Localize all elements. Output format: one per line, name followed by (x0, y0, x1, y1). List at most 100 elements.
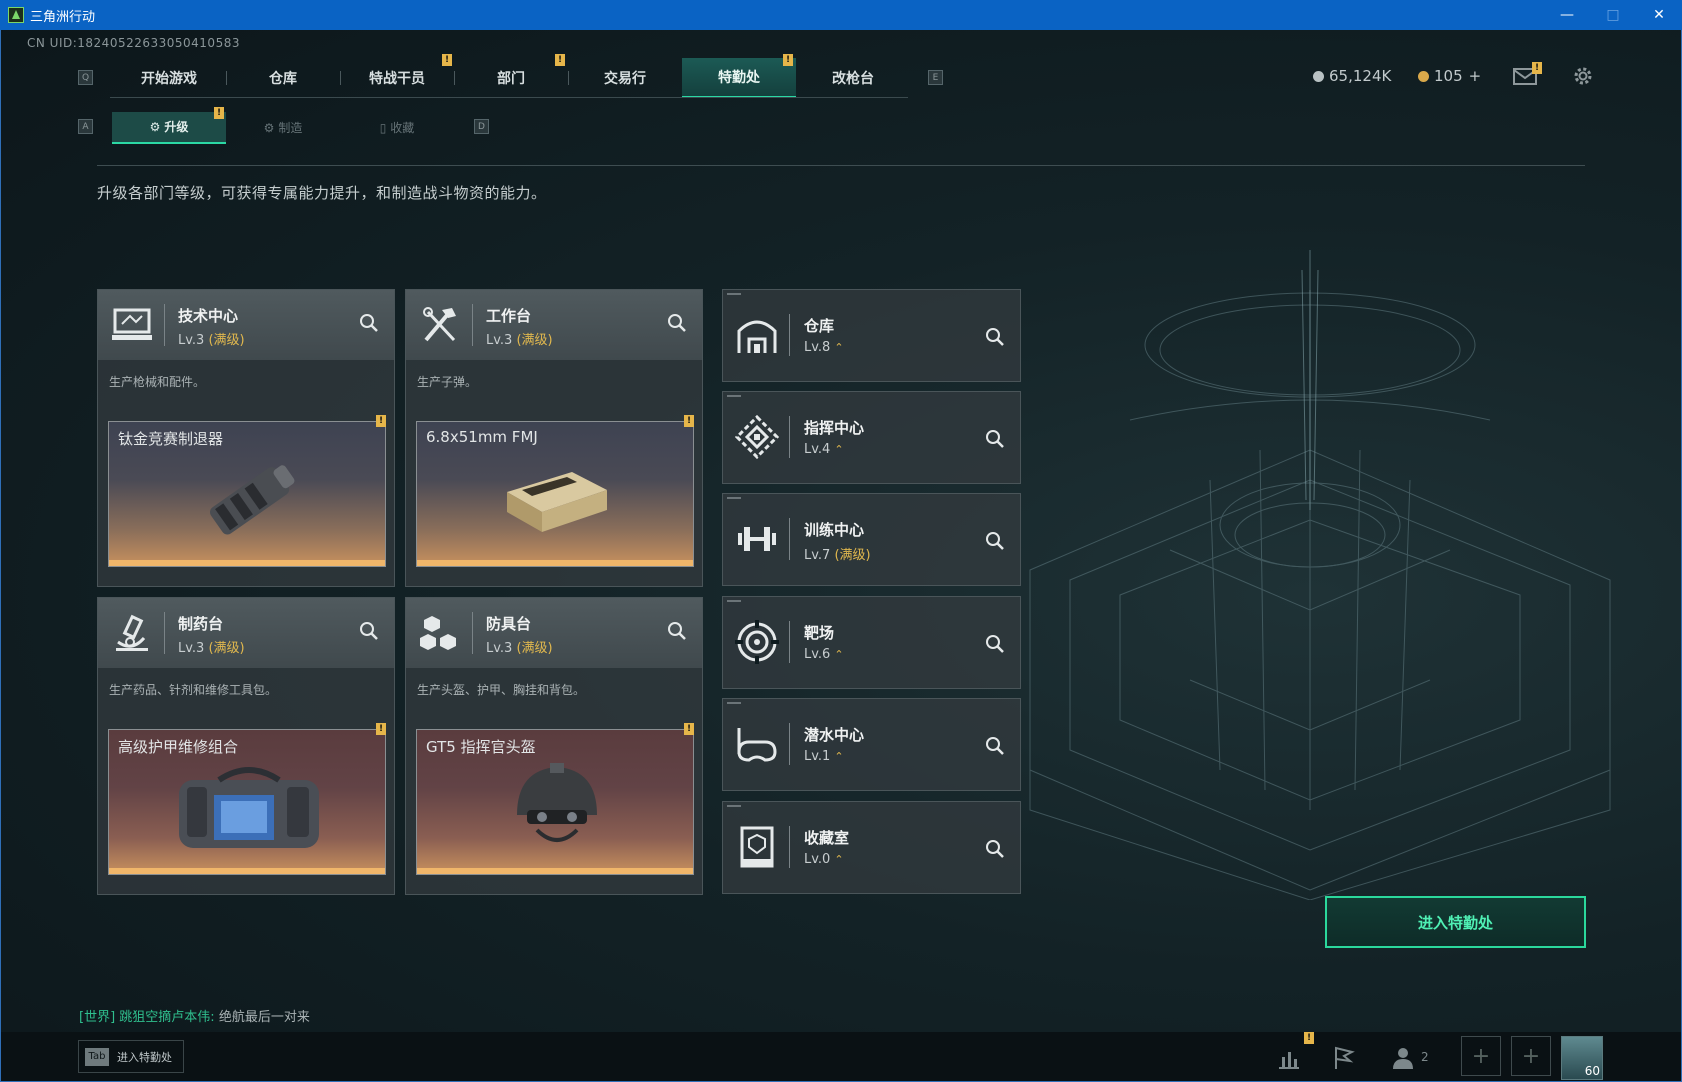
corner-mark (727, 395, 741, 397)
settings-gear-icon[interactable] (1572, 65, 1594, 87)
craft-item-slot[interactable]: GT5 指挥官头盔 (416, 729, 694, 875)
warning-badge-icon: ! (376, 723, 386, 735)
subtab-craft[interactable]: ⚙ 制造 (226, 112, 340, 144)
flag-icon[interactable] (1330, 1045, 1356, 1071)
tab-warehouse[interactable]: 仓库 (226, 58, 340, 98)
card-title: 防具台 (486, 615, 532, 633)
search-icon[interactable] (666, 312, 688, 334)
search-icon[interactable] (358, 312, 380, 334)
card-title: 制药台 (178, 615, 224, 633)
tab-special-ops[interactable]: 特勤处 (682, 58, 796, 98)
card-level: Lv.3 (满级) (486, 333, 553, 348)
close-button[interactable]: ✕ (1636, 0, 1682, 30)
tab-start-game[interactable]: 开始游戏 (112, 58, 226, 98)
target-icon (735, 620, 779, 664)
card-header-divider (164, 304, 165, 346)
craft-item-slot[interactable]: 高级护甲维修组合 (108, 729, 386, 875)
search-icon[interactable] (984, 428, 1006, 450)
craft-item-name: 6.8x51mm FMJ (426, 428, 538, 446)
card-header-divider (472, 612, 473, 654)
friends-icon[interactable] (1390, 1045, 1416, 1071)
warehouse-icon (737, 320, 777, 353)
premium-balance[interactable]: 105 + (1418, 67, 1481, 85)
maximize-button[interactable]: □ (1590, 0, 1636, 30)
subtab-upgrade[interactable]: ⚙ 升级 (112, 111, 226, 144)
tab-departments[interactable]: 部门 (454, 58, 568, 98)
search-icon[interactable] (666, 620, 688, 642)
nav-next-key-hint[interactable]: E (928, 70, 943, 85)
search-icon[interactable] (984, 530, 1006, 552)
computer-icon (112, 308, 152, 340)
tab-gunsmith[interactable]: 改枪台 (796, 58, 910, 98)
warning-badge-icon: ! (376, 415, 386, 427)
search-icon[interactable] (984, 633, 1006, 655)
department-row-command-center[interactable]: 指挥中心 Lv.4 ⌃ (722, 391, 1021, 484)
page-description: 升级各部门等级，可获得专属能力提升，和制造战斗物资的能力。 (97, 184, 547, 202)
workbench-card-armor[interactable]: 防具台 Lv.3 (满级) 生产头盔、护甲、胸挂和背包。 GT5 指挥官头盔 ! (405, 597, 703, 895)
enter-special-ops-shortcut[interactable]: Tab 进入特勤处 (78, 1040, 184, 1073)
add-slot-button[interactable]: + (1511, 1036, 1551, 1076)
header-divider (97, 165, 1585, 166)
add-slot-button[interactable]: + (1461, 1036, 1501, 1076)
department-name: 仓库 (804, 317, 835, 335)
chat-message[interactable]: [世界] 跳狙空摘卢本伟: 绝航最后一对来 (79, 1006, 310, 1025)
workbench-card-tech-center[interactable]: 技术中心 Lv.3 (满级) 生产枪械和配件。 钛金竞赛制退器 ! (97, 289, 395, 587)
tab-operators[interactable]: 特战干员 (340, 58, 454, 98)
premium-amount: 105 (1434, 67, 1463, 85)
nav-prev-key-hint[interactable]: Q (78, 70, 93, 85)
department-level: Lv.8 ⌃ (804, 340, 844, 355)
department-name: 潜水中心 (804, 726, 865, 744)
card-description: 生产子弹。 (417, 375, 478, 389)
search-icon[interactable] (984, 326, 1006, 348)
department-row-diving-center[interactable]: 潜水中心 Lv.1 ⌃ (722, 698, 1021, 791)
subtab-collection[interactable]: ▯ 收藏 (340, 112, 454, 144)
shortcut-label: 进入特勤处 (117, 1050, 172, 1064)
craft-item-slot[interactable]: 钛金竞赛制退器 (108, 421, 386, 567)
stats-chart-icon[interactable] (1276, 1045, 1302, 1071)
craft-item-slot[interactable]: 6.8x51mm FMJ (416, 421, 694, 567)
coin-amount: 65,124K (1329, 67, 1392, 85)
department-level: Lv.0 ⌃ (804, 852, 844, 867)
row-divider (789, 416, 790, 458)
command-icon (735, 415, 779, 459)
card-level: Lv.3 (满级) (178, 333, 245, 348)
premium-coin-icon (1418, 70, 1429, 82)
item-rarity-glow (417, 560, 693, 566)
enter-special-ops-button[interactable]: 进入特勤处 (1325, 896, 1586, 948)
window-titlebar: 三角洲行动 — □ ✕ (0, 0, 1682, 30)
window-title: 三角洲行动 (30, 9, 96, 25)
row-divider (789, 518, 790, 560)
department-level: Lv.4 ⌃ (804, 442, 844, 457)
department-row-shooting-range[interactable]: 靶场 Lv.6 ⌃ (722, 596, 1021, 689)
warning-badge-icon: ! (442, 54, 452, 66)
workbench-card-pharmacy[interactable]: 制药台 Lv.3 (满级) 生产药品、针剂和维修工具包。 高级护甲维修组合 ! (97, 597, 395, 895)
department-row-collection-room[interactable]: 收藏室 Lv.0 ⌃ (722, 801, 1021, 894)
bottom-bar (1, 1032, 1681, 1081)
department-name: 指挥中心 (804, 419, 865, 437)
helmet-image (517, 763, 597, 842)
coin-balance: 65,124K (1313, 67, 1391, 85)
search-icon[interactable] (358, 620, 380, 642)
dumbbell-icon (738, 527, 776, 551)
subnav-next-key-hint[interactable]: D (474, 119, 489, 134)
row-divider (789, 314, 790, 356)
card-description: 生产枪械和配件。 (109, 375, 206, 389)
department-level: Lv.7 (满级) (804, 548, 871, 563)
department-row-warehouse[interactable]: 仓库 Lv.8 ⌃ (722, 289, 1021, 382)
upgrade-available-icon: ⌃ (834, 853, 844, 866)
muzzle-brake-image (209, 465, 295, 535)
item-rarity-glow (109, 560, 385, 566)
card-description: 生产药品、针剂和维修工具包。 (109, 683, 278, 697)
card-header-divider (164, 612, 165, 654)
search-icon[interactable] (984, 838, 1006, 860)
department-row-training-center[interactable]: 训练中心 Lv.7 (满级) (722, 493, 1021, 586)
minimize-button[interactable]: — (1544, 0, 1590, 30)
row-divider (789, 723, 790, 765)
workbench-card-workstation[interactable]: 工作台 Lv.3 (满级) 生产子弹。 6.8x51mm FMJ ! (405, 289, 703, 587)
subnav-prev-key-hint[interactable]: A (78, 119, 93, 134)
tab-trading[interactable]: 交易行 (568, 58, 682, 98)
search-icon[interactable] (984, 735, 1006, 757)
player-avatar[interactable]: 60 (1561, 1036, 1603, 1080)
nav-underline (110, 97, 908, 98)
add-currency-button[interactable]: + (1469, 67, 1482, 85)
